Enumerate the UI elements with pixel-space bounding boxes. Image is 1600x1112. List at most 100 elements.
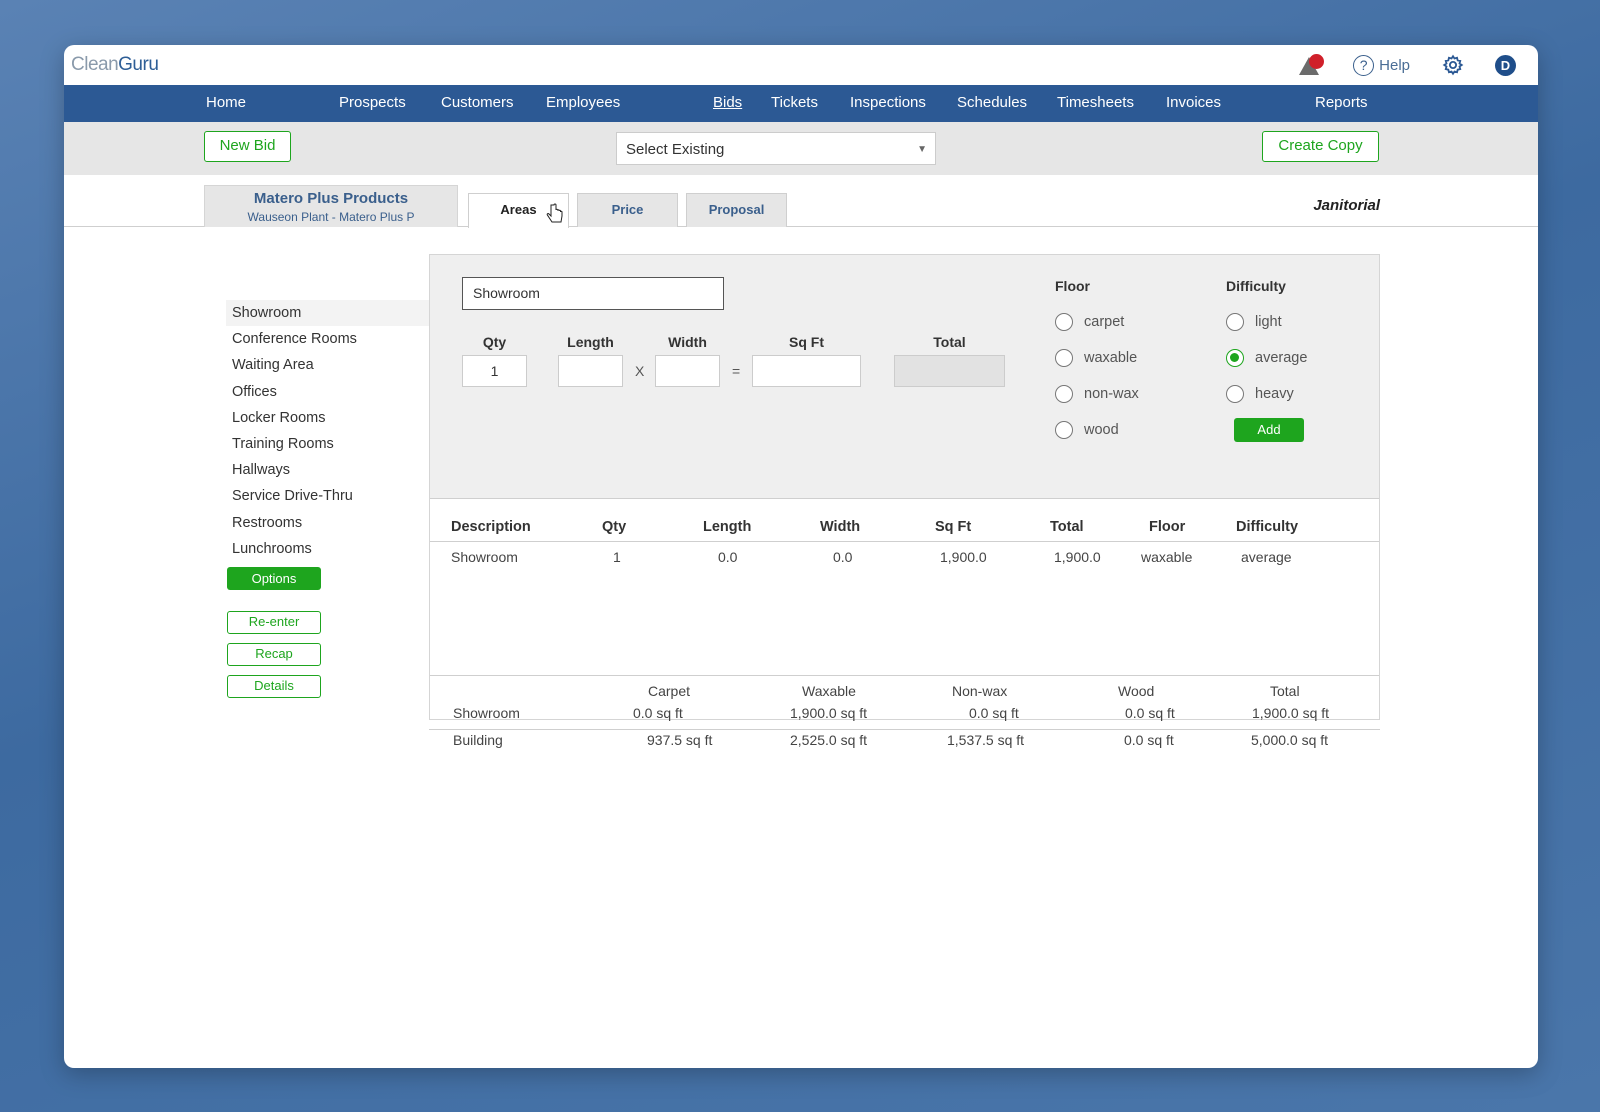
summary-col-waxable: Waxable xyxy=(802,683,856,699)
summary-building-label: Building xyxy=(453,732,503,748)
logo-guru: Guru xyxy=(118,54,159,75)
col-difficulty: Difficulty xyxy=(1236,519,1299,535)
nav-invoices[interactable]: Invoices xyxy=(1166,94,1221,111)
col-total: Total xyxy=(1050,519,1084,535)
tab-proposal[interactable]: Proposal xyxy=(686,193,787,227)
sqft-label: Sq Ft xyxy=(789,334,824,350)
difficulty-average-label: average xyxy=(1255,350,1308,366)
sidebar-item-service-drive-thru[interactable]: Service Drive-Thru xyxy=(226,483,431,509)
sidebar-item-locker-rooms[interactable]: Locker Rooms xyxy=(226,405,431,431)
sidebar-item-lunchrooms[interactable]: Lunchrooms xyxy=(226,536,431,562)
row-description[interactable]: Showroom xyxy=(451,549,518,565)
select-existing-dropdown[interactable]: Select Existing ▼ xyxy=(616,132,936,165)
floor-option-carpet[interactable]: carpet xyxy=(1055,313,1124,331)
tab-price[interactable]: Price xyxy=(577,193,678,227)
summary-building-waxable: 2,525.0 sq ft xyxy=(790,732,868,748)
nav-tickets[interactable]: Tickets xyxy=(771,94,818,111)
summary-col-carpet: Carpet xyxy=(648,683,691,699)
length-label: Length xyxy=(567,334,614,350)
nav-schedules[interactable]: Schedules xyxy=(957,94,1027,111)
col-qty: Qty xyxy=(602,519,627,535)
difficulty-option-light[interactable]: light xyxy=(1226,313,1282,331)
width-label: Width xyxy=(668,334,707,350)
nav-inspections[interactable]: Inspections xyxy=(850,94,926,111)
width-input[interactable] xyxy=(655,355,720,387)
summary-col-total: Total xyxy=(1270,683,1300,699)
area-entry-form: Showroom Qty Length Width Sq Ft Total 1 … xyxy=(430,255,1379,499)
sidebar-item-waiting-area[interactable]: Waiting Area xyxy=(226,352,431,378)
sidebar-item-restrooms[interactable]: Restrooms xyxy=(226,510,431,536)
length-input[interactable] xyxy=(558,355,623,387)
summary-area-label: Showroom xyxy=(453,705,520,721)
bid-toolbar: New Bid Select Existing ▼ Create Copy xyxy=(64,122,1538,175)
floor-label: Floor xyxy=(1055,278,1090,294)
nav-bids[interactable]: Bids xyxy=(713,94,742,111)
help-link[interactable]: ? Help xyxy=(1353,54,1410,76)
create-copy-button[interactable]: Create Copy xyxy=(1262,131,1379,162)
floor-option-wood[interactable]: wood xyxy=(1055,421,1119,439)
radio-wood[interactable] xyxy=(1055,421,1073,439)
equals-symbol: = xyxy=(732,363,741,379)
nav-customers[interactable]: Customers xyxy=(441,94,514,111)
user-avatar[interactable]: D xyxy=(1495,54,1516,76)
notification-alert-icon[interactable] xyxy=(1299,54,1325,76)
floor-waxable-label: waxable xyxy=(1084,350,1138,366)
qty-input[interactable]: 1 xyxy=(462,355,527,387)
floor-option-waxable[interactable]: waxable xyxy=(1055,349,1137,367)
top-bar: CleanGuru ? Help D xyxy=(64,45,1538,85)
nav-prospects[interactable]: Prospects xyxy=(339,94,406,111)
difficulty-option-average[interactable]: average xyxy=(1226,349,1307,367)
summary-area-carpet: 0.0 sq ft xyxy=(633,705,683,721)
nav-reports[interactable]: Reports xyxy=(1315,94,1368,111)
options-button[interactable]: Options xyxy=(227,567,321,590)
nav-employees[interactable]: Employees xyxy=(546,94,620,111)
app-logo[interactable]: CleanGuru xyxy=(71,54,159,76)
app-window: CleanGuru ? Help D Home Prospects Custom… xyxy=(64,45,1538,1068)
difficulty-heavy-label: heavy xyxy=(1255,386,1294,402)
reenter-button[interactable]: Re-enter xyxy=(227,611,321,634)
col-length: Length xyxy=(703,519,752,535)
radio-waxable[interactable] xyxy=(1055,349,1073,367)
sidebar-item-conference-rooms[interactable]: Conference Rooms xyxy=(226,326,431,352)
floor-option-non-wax[interactable]: non-wax xyxy=(1055,385,1139,403)
details-button[interactable]: Details xyxy=(227,675,321,698)
row-difficulty: average xyxy=(1241,549,1292,565)
radio-heavy[interactable] xyxy=(1226,385,1244,403)
difficulty-light-label: light xyxy=(1255,314,1282,330)
add-area-button[interactable]: Add xyxy=(1234,418,1304,442)
summary-col-wood: Wood xyxy=(1118,683,1155,699)
floor-carpet-label: carpet xyxy=(1084,314,1125,330)
area-entry-panel: Showroom Qty Length Width Sq Ft Total 1 … xyxy=(429,254,1380,721)
difficulty-option-heavy[interactable]: heavy xyxy=(1226,385,1294,403)
sidebar-item-offices[interactable]: Offices xyxy=(226,379,431,405)
nav-timesheets[interactable]: Timesheets xyxy=(1057,94,1134,111)
sqft-input[interactable] xyxy=(752,355,861,387)
question-circle-icon: ? xyxy=(1353,54,1375,76)
summary-building-carpet: 937.5 sq ft xyxy=(647,732,713,748)
summary-building-wood: 0.0 sq ft xyxy=(1124,732,1174,748)
new-bid-button[interactable]: New Bid xyxy=(204,131,291,162)
summary-area-wood: 0.0 sq ft xyxy=(1125,705,1175,721)
hand-cursor-icon xyxy=(546,203,563,223)
sidebar-item-showroom[interactable]: Showroom xyxy=(226,300,431,327)
client-location: Wauseon Plant - Matero Plus P xyxy=(247,210,415,224)
gear-icon[interactable] xyxy=(1442,54,1464,76)
area-name-input[interactable]: Showroom xyxy=(462,277,724,310)
sidebar-item-training-rooms[interactable]: Training Rooms xyxy=(226,431,431,457)
client-header: Matero Plus Products Wauseon Plant - Mat… xyxy=(204,185,458,227)
summary-building-total: 5,000.0 sq ft xyxy=(1251,732,1329,748)
radio-carpet[interactable] xyxy=(1055,313,1073,331)
col-sqft: Sq Ft xyxy=(935,519,972,535)
summary-area-total: 1,900.0 sq ft xyxy=(1252,705,1330,721)
radio-non-wax[interactable] xyxy=(1055,385,1073,403)
radio-light[interactable] xyxy=(1226,313,1244,331)
dropdown-arrow-icon: ▼ xyxy=(917,144,927,155)
bid-tab-row: Matero Plus Products Wauseon Plant - Mat… xyxy=(64,175,1538,228)
row-total: 1,900.0 xyxy=(1054,549,1101,565)
row-floor: waxable xyxy=(1141,549,1193,565)
radio-average[interactable] xyxy=(1226,349,1244,367)
nav-home[interactable]: Home xyxy=(206,94,246,111)
sidebar-item-hallways[interactable]: Hallways xyxy=(226,457,431,483)
col-description: Description xyxy=(451,519,531,535)
recap-button[interactable]: Recap xyxy=(227,643,321,666)
